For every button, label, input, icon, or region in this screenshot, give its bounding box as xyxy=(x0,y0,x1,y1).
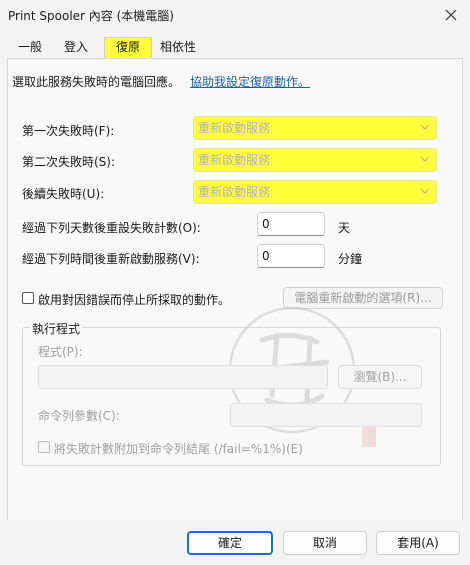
recovery-description: 選取此服務失敗時的電腦回應。 xyxy=(12,75,181,89)
chevron-down-icon xyxy=(420,156,430,162)
tab-strip: 一般 登入 復原 相依性 xyxy=(0,37,470,58)
chevron-down-icon xyxy=(420,188,430,194)
close-button[interactable] xyxy=(440,4,462,26)
enable-actions-label: 啟用對因錯誤而停止所採取的動作。 xyxy=(38,293,231,307)
apply-button[interactable]: 套用(A) xyxy=(376,531,460,555)
first-failure-value: 重新啟動服務 xyxy=(198,121,271,135)
subsequent-failures-select[interactable]: 重新啟動服務 xyxy=(193,180,437,204)
program-input[interactable] xyxy=(38,365,328,389)
enable-actions-checkbox[interactable] xyxy=(22,292,34,304)
restart-minutes-label: 經過下列時間後重新啟動服務(V): xyxy=(22,252,200,266)
command-params-input[interactable] xyxy=(230,403,422,427)
command-params-label: 命令列參數(C): xyxy=(38,409,120,423)
chevron-down-icon xyxy=(420,124,430,130)
tab-dependencies[interactable]: 相依性 xyxy=(154,38,202,57)
first-failure-select[interactable]: 重新啟動服務 xyxy=(193,116,437,140)
help-link[interactable]: 協助我設定復原動作。 xyxy=(190,73,310,90)
close-icon xyxy=(445,9,457,21)
second-failure-label: 第二次失敗時(S): xyxy=(22,155,116,169)
reset-days-input[interactable]: 0 xyxy=(257,212,325,236)
program-label: 程式(P): xyxy=(38,345,83,359)
second-failure-value: 重新啟動服務 xyxy=(198,153,271,167)
reset-days-label: 經過下列天數後重設失敗計數(O): xyxy=(22,221,201,235)
restart-minutes-unit: 分鐘 xyxy=(338,252,363,266)
tab-general[interactable]: 一般 xyxy=(10,38,50,57)
cancel-button[interactable]: 取消 xyxy=(283,531,367,555)
append-fail-count-label: 將失敗計數附加到命令列結尾 (/fail=%1%)(E) xyxy=(54,442,303,456)
tab-recovery[interactable]: 復原 xyxy=(104,37,152,58)
append-fail-count-checkbox[interactable] xyxy=(38,441,50,453)
second-failure-select[interactable]: 重新啟動服務 xyxy=(193,148,437,172)
restart-minutes-input[interactable]: 0 xyxy=(257,244,325,268)
first-failure-label: 第一次失敗時(F): xyxy=(22,124,115,138)
browse-button[interactable]: 瀏覽(B)... xyxy=(338,365,422,389)
subsequent-failures-value: 重新啟動服務 xyxy=(198,185,271,199)
tab-logon[interactable]: 登入 xyxy=(56,38,96,57)
run-program-group-title: 執行程式 xyxy=(30,320,83,337)
ok-button[interactable]: 確定 xyxy=(187,531,273,555)
subsequent-failures-label: 後續失敗時(U): xyxy=(22,187,105,201)
window-title: Print Spooler 內容 (本機電腦) xyxy=(8,9,174,23)
reset-days-unit: 天 xyxy=(338,221,351,235)
